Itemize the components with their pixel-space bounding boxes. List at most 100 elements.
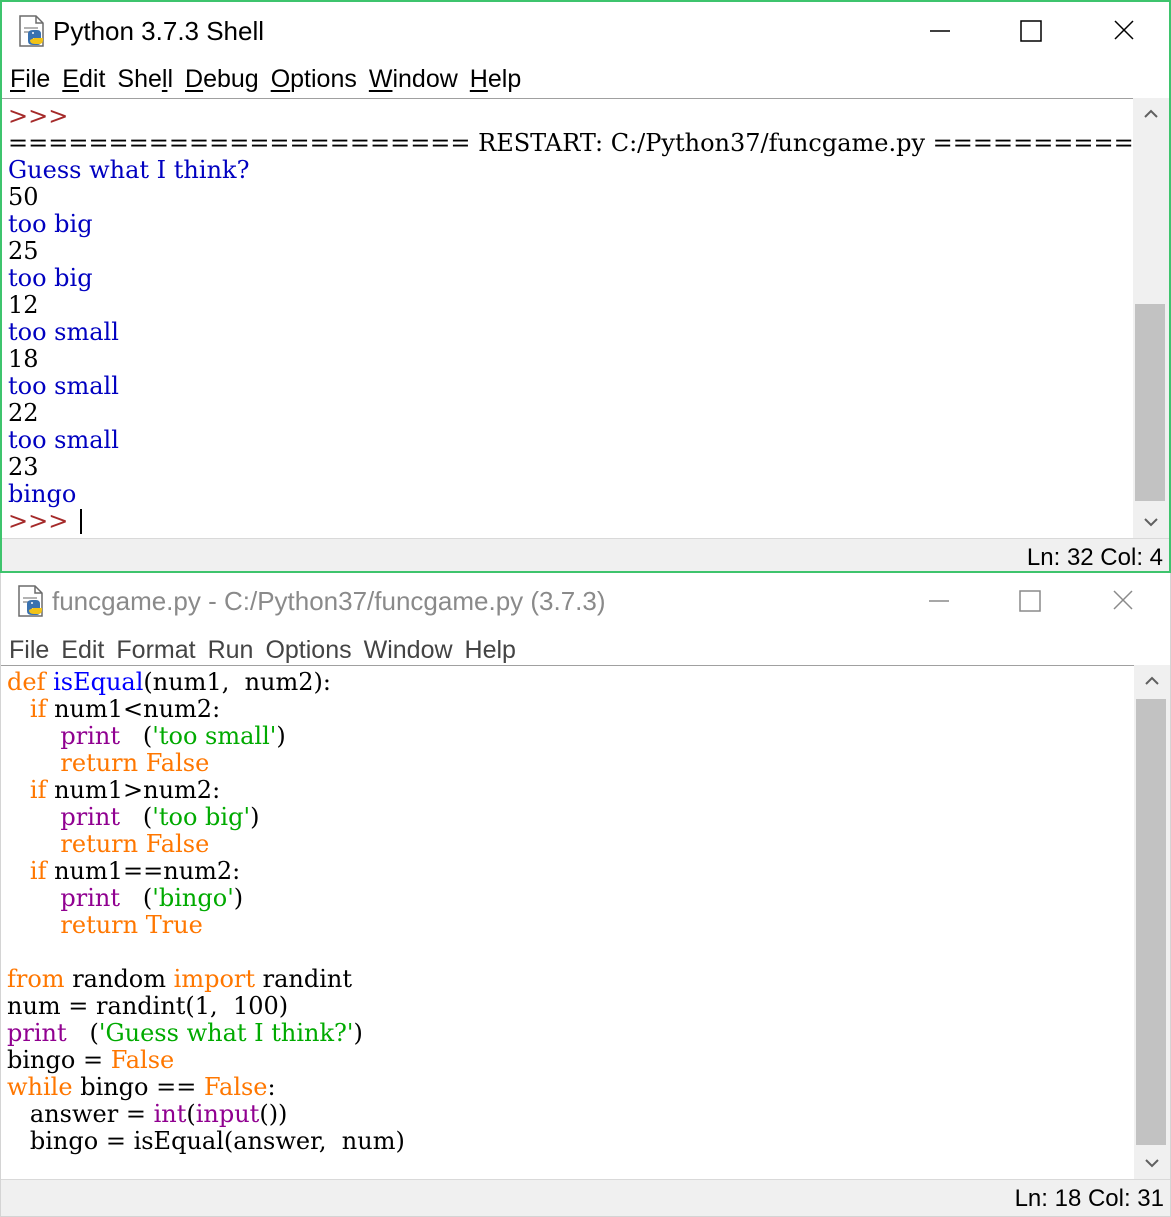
menu-run[interactable]: Run	[208, 633, 254, 667]
shell-line: too small	[8, 426, 119, 454]
menu-help[interactable]: Help	[465, 633, 516, 667]
menu-shell[interactable]: Shell	[117, 62, 173, 96]
menu-window[interactable]: Window	[364, 633, 453, 667]
scroll-down-button[interactable]	[1133, 506, 1169, 538]
menu-edit[interactable]: Edit	[61, 633, 104, 667]
code-editor-pane[interactable]: def isEqual(num1, num2): if num1<num2: p…	[1, 665, 1134, 1179]
code-token: )	[233, 884, 244, 912]
code-token: if	[29, 695, 55, 723]
code-token: bingo =	[7, 1046, 111, 1074]
minimize-button[interactable]	[917, 10, 963, 50]
code-token: 'Guess what I think?'	[98, 1019, 354, 1047]
code-token: print	[7, 1019, 75, 1047]
code-token: num1==num2:	[54, 857, 241, 885]
shell-line: Guess what I think?	[8, 156, 250, 184]
code-token: print	[60, 884, 128, 912]
maximize-icon	[1020, 20, 1042, 42]
code-token: (	[74, 1019, 99, 1047]
maximize-button[interactable]	[1008, 10, 1054, 50]
shell-line: >>>	[8, 102, 69, 130]
code-token: num1<num2:	[54, 695, 221, 723]
code-token: randint	[262, 965, 353, 993]
code-token: isEqual	[53, 668, 144, 696]
shell-line: too big	[8, 264, 93, 292]
code-token: :	[267, 1073, 276, 1101]
code-token: random	[72, 965, 174, 993]
code-line: print ('too big')	[7, 804, 259, 831]
code-line: return False	[7, 750, 209, 777]
scroll-thumb[interactable]	[1135, 304, 1165, 501]
code-token: if	[29, 776, 55, 804]
shell-line: 12	[8, 291, 39, 319]
menu-debug[interactable]: Debug	[185, 62, 259, 96]
shell-line: 25	[8, 237, 39, 265]
code-token: while	[7, 1073, 81, 1101]
shell-line: >>>	[8, 508, 82, 535]
close-button[interactable]	[1100, 580, 1146, 620]
shell-scrollbar[interactable]	[1133, 98, 1169, 538]
shell-line: too small	[8, 318, 119, 346]
minimize-icon	[930, 30, 950, 32]
close-icon	[1114, 20, 1134, 40]
window-title: funcgame.py - C:/Python37/funcgame.py (3…	[52, 586, 606, 616]
code-line: from random import randint	[7, 966, 352, 993]
code-line: print ('too small')	[7, 722, 286, 750]
cursor-position: Ln: 32 Col: 4	[1026, 544, 1163, 571]
menu-edit[interactable]: Edit	[62, 62, 105, 96]
editor-scrollbar[interactable]	[1134, 665, 1170, 1179]
shell-output-pane[interactable]: >>> ======================= RESTART: C:/P…	[2, 98, 1133, 538]
shell-titlebar[interactable]: Python 3.7.3 Shell	[2, 2, 1169, 60]
menu-window[interactable]: Window	[369, 62, 458, 96]
shell-line: too big	[8, 210, 93, 238]
close-button[interactable]	[1101, 10, 1147, 50]
editor-window[interactable]: funcgame.py - C:/Python37/funcgame.py (3…	[0, 573, 1171, 1217]
menu-help[interactable]: Help	[470, 62, 521, 96]
maximize-button[interactable]	[1007, 580, 1053, 620]
python-idle-icon	[16, 14, 48, 48]
code-token: from	[7, 965, 73, 993]
scroll-up-button[interactable]	[1134, 665, 1170, 697]
code-token: )	[353, 1019, 363, 1047]
minimize-button[interactable]	[916, 580, 962, 620]
code-token: (	[127, 803, 153, 831]
code-line: return True	[7, 911, 202, 939]
menu-options[interactable]: Options	[271, 62, 357, 96]
scroll-down-arrow-icon	[1145, 1159, 1159, 1168]
scroll-up-arrow-icon	[1144, 109, 1158, 118]
code-token: input	[195, 1100, 260, 1128]
scroll-up-button[interactable]	[1133, 98, 1169, 130]
editor-titlebar[interactable]: funcgame.py - C:/Python37/funcgame.py (3…	[1, 573, 1170, 630]
shell-line: 18	[8, 345, 39, 373]
code-line: if num1<num2:	[7, 696, 220, 723]
python-idle-icon	[15, 584, 47, 618]
code-token: bingo = isEqual(answer, num)	[7, 1127, 405, 1155]
code-line: return False	[7, 831, 209, 858]
code-token: 'too big'	[152, 803, 251, 831]
code-line: print ('bingo')	[7, 885, 243, 912]
code-line: while bingo == False:	[7, 1074, 276, 1101]
code-token: (	[186, 1100, 196, 1128]
shell-line: 23	[8, 453, 39, 481]
code-token: (	[127, 722, 153, 750]
code-line: if num1>num2:	[7, 777, 220, 804]
shell-line: too small	[8, 372, 119, 400]
code-line: print ('Guess what I think?')	[7, 1020, 363, 1047]
code-token: )	[250, 803, 260, 831]
close-icon	[1113, 590, 1133, 610]
scroll-thumb[interactable]	[1136, 699, 1166, 1145]
code-line: if num1==num2:	[7, 858, 240, 885]
code-token: False	[110, 1046, 175, 1074]
menu-file[interactable]: File	[10, 62, 50, 96]
menu-options[interactable]: Options	[265, 633, 351, 667]
shell-window[interactable]: Python 3.7.3 Shell File Edit Shell Debug Opt…	[0, 0, 1171, 573]
code-line: bingo = isEqual(answer, num)	[7, 1128, 405, 1155]
scroll-down-button[interactable]	[1134, 1147, 1170, 1179]
menu-format[interactable]: Format	[116, 633, 195, 667]
menu-file[interactable]: File	[9, 633, 49, 667]
code-token: 'bingo'	[152, 884, 234, 912]
code-token: )	[276, 722, 286, 750]
